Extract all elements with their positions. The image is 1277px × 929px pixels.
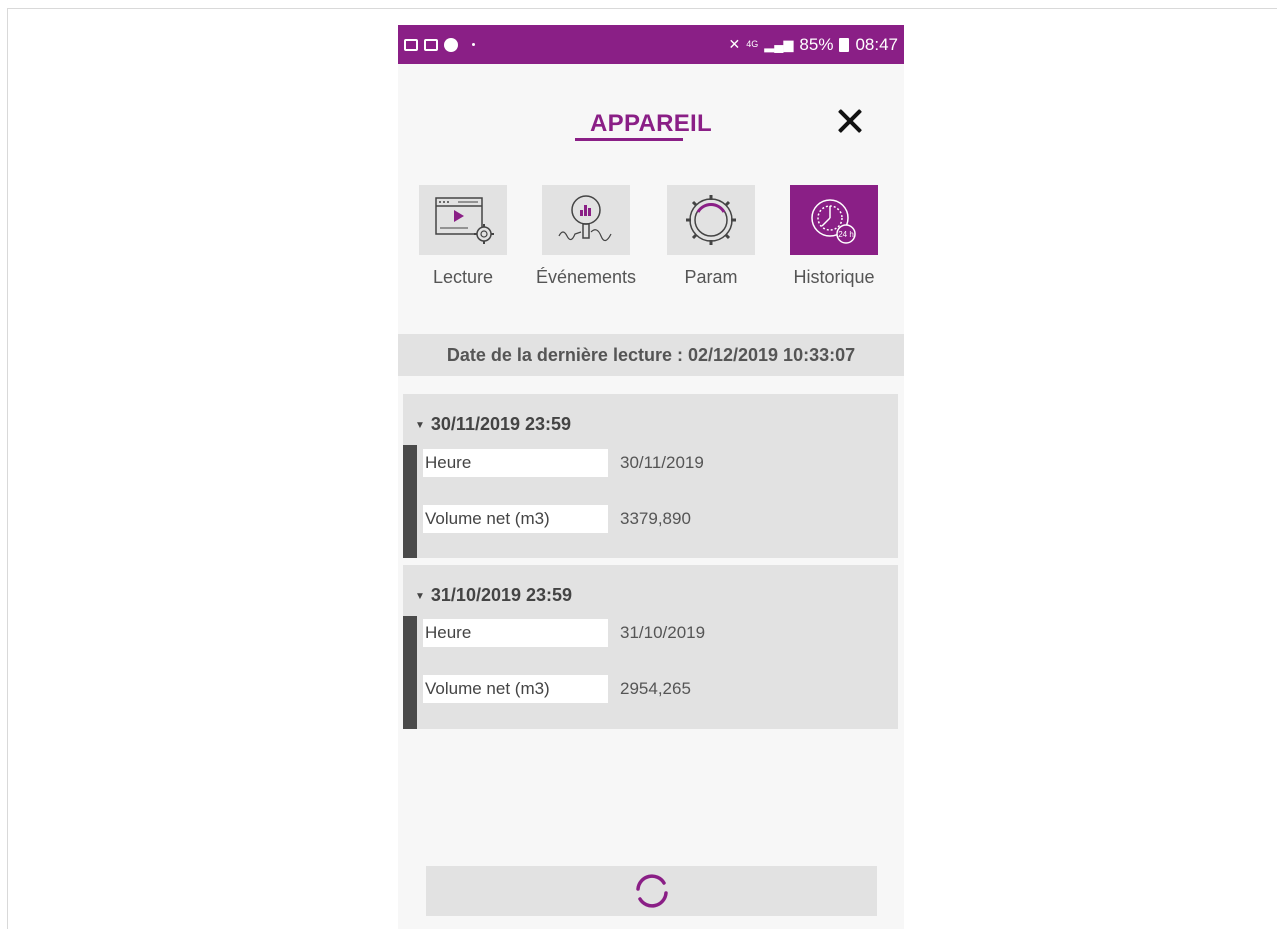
history-card-header[interactable]: ▼ 30/11/2019 23:59 [415,414,571,435]
history-row-value: 2954,265 [620,679,691,698]
signal-icon: ▂▄▆ [764,36,794,52]
smiley-icon [444,37,458,52]
tab-param[interactable]: Param [651,185,771,288]
battery-icon [839,37,850,52]
last-read-banner: Date de la dernière lecture : 02/12/2019… [398,334,904,376]
mail-icon [424,38,438,51]
history-card-header[interactable]: ▼ 31/10/2019 23:59 [415,585,572,606]
caret-down-icon: ▼ [415,591,425,602]
clock: 08:47 [855,34,898,54]
history-row-value: 31/10/2019 [620,623,706,642]
history-row-value: 3379,890 [620,509,691,528]
history-row: Volume net (m3) 2954,265 [423,675,691,703]
history-card-title: 31/10/2019 23:59 [430,585,573,605]
close-icon[interactable] [832,104,868,140]
clock-24h-icon: 24 h [811,199,856,244]
video-settings-icon [435,197,494,244]
tab-historique-tile: 24 h [790,185,878,255]
refresh-icon [635,874,668,908]
page-title: APPAREIL [590,110,712,137]
caret-down-icon: ▼ [415,420,425,431]
history-row-value: 30/11/2019 [620,453,704,472]
history-card: ▼ 30/11/2019 23:59 Heure 30/11/2019 Volum… [403,394,898,558]
history-card: ▼ 31/10/2019 23:59 Heure 31/10/2019 Volum… [403,565,898,729]
tab-historique[interactable]: 24 h Historique [774,185,894,288]
svg-text:24 h: 24 h [838,230,854,239]
tab-lecture-label: Lecture [432,267,494,287]
gear-icon [686,195,736,245]
dot-icon [472,43,475,46]
history-row: Volume net (m3) 3379,890 [423,505,691,533]
magnifier-chart-icon [558,195,612,242]
network-type: 4G [746,39,759,49]
tab-historique-label: Historique [793,267,875,287]
tab-evenements-label: Événements [535,267,637,287]
tab-evenements-tile [542,185,630,255]
tab-param-label: Param [684,267,738,287]
phone-screen: ✕ 4G ▂▄▆ 85% 08:47 APPAREIL Lecture Évén… [398,25,904,929]
status-icons-right: ✕ 4G ▂▄▆ 85% 08:47 [728,35,898,55]
title-underline [575,138,683,141]
image-icon [404,38,418,51]
history-row: Heure 31/10/2019 [423,619,705,647]
status-bar: ✕ 4G ▂▄▆ 85% 08:47 [398,25,904,64]
history-row-key: Volume net (m3) [423,505,608,533]
tab-param-tile [667,185,755,255]
history-row: Heure 30/11/2019 [423,449,704,477]
tab-bar: Lecture Événements Param 24 h Historique [398,185,904,295]
history-row-key: Heure [423,619,608,647]
status-icons-left [404,37,475,52]
tab-lecture[interactable]: Lecture [403,185,523,288]
battery-percent: 85% [799,34,834,54]
history-card-bar [403,616,417,729]
history-row-key: Volume net (m3) [423,675,608,703]
tab-evenements[interactable]: Événements [526,185,646,288]
history-card-bar [403,445,417,558]
history-card-title: 30/11/2019 23:59 [430,414,572,434]
refresh-button[interactable] [426,866,877,916]
mute-icon: ✕ [728,36,741,52]
history-row-key: Heure [423,449,608,477]
tab-lecture-tile [419,185,507,255]
